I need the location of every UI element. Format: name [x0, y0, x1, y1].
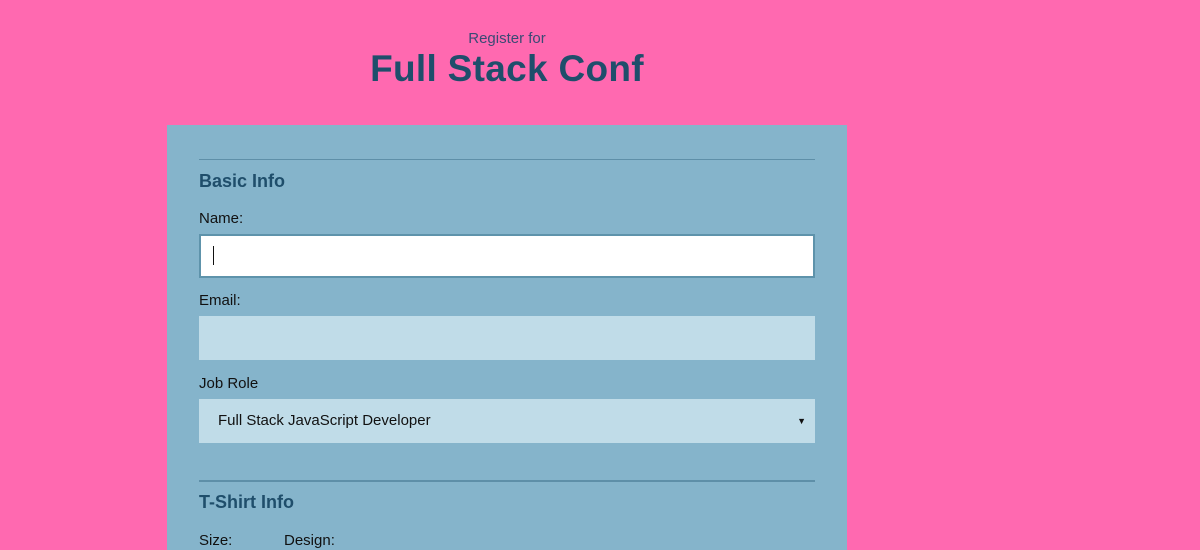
name-input[interactable] [199, 234, 815, 278]
page-title: Full Stack Conf [370, 48, 644, 89]
email-input[interactable] [199, 316, 815, 360]
tshirt-info-heading: T-Shirt Info [199, 492, 294, 512]
job-role-selected-value: Full Stack JavaScript Developer [218, 412, 431, 429]
caret-down-icon: ▼ [797, 416, 806, 426]
name-label: Name: [199, 210, 244, 227]
job-role-label: Job Role [199, 375, 259, 392]
page-subtitle: Register for [468, 30, 546, 47]
size-label: Size: [199, 532, 233, 549]
text-caret [213, 246, 214, 265]
design-label: Design: [284, 532, 335, 549]
registration-form: Basic Info Name: Email: Job Role Full St… [167, 125, 847, 550]
section-divider-tshirt-info [199, 480, 815, 482]
basic-info-heading: Basic Info [199, 171, 286, 191]
section-divider-basic-info [199, 159, 815, 160]
email-label: Email: [199, 292, 241, 309]
job-role-select[interactable]: Full Stack JavaScript Developer ▼ [199, 399, 815, 443]
